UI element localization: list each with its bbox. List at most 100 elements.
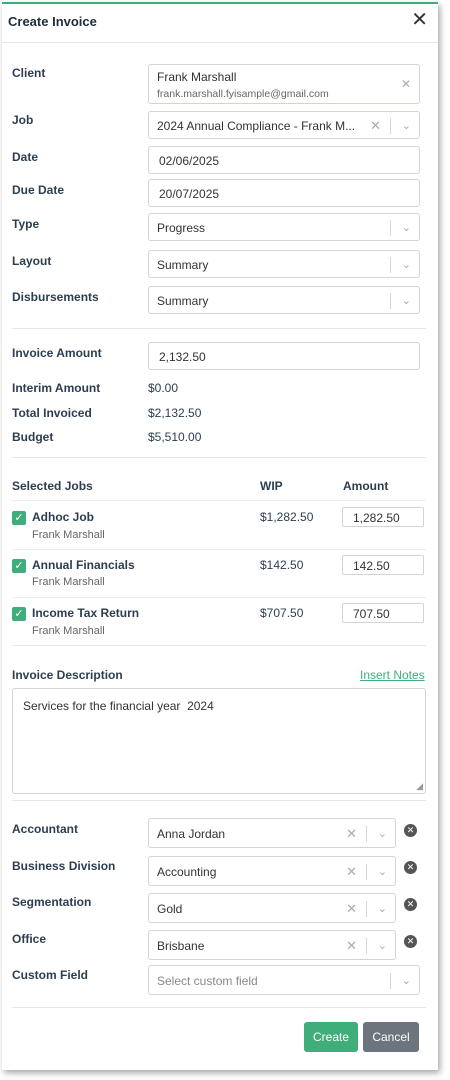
job-client: Frank Marshall bbox=[32, 625, 105, 637]
invoice-amount-label: Invoice Amount bbox=[12, 346, 102, 360]
layout-divider bbox=[390, 257, 391, 273]
office-divider bbox=[366, 938, 367, 954]
budget-value: $5,510.00 bbox=[148, 430, 202, 444]
invoice-description-label: Invoice Description bbox=[12, 668, 123, 682]
divider bbox=[12, 1007, 426, 1008]
dialog-title: Create Invoice bbox=[8, 14, 97, 29]
layout-label: Layout bbox=[12, 254, 52, 268]
type-divider bbox=[390, 220, 391, 236]
disbursements-label: Disbursements bbox=[12, 290, 99, 304]
total-invoiced-label: Total Invoiced bbox=[12, 406, 92, 420]
create-invoice-dialog: Create Invoice ✕ Client Frank Marshall f… bbox=[2, 2, 438, 1070]
client-email: frank.marshall.fyisample@gmail.com bbox=[157, 88, 329, 100]
job-value: 2024 Annual Compliance - Frank M... bbox=[157, 119, 356, 133]
remove-segmentation-icon[interactable]: ✕ bbox=[404, 898, 417, 911]
chevron-down-icon[interactable]: ⌄ bbox=[402, 974, 411, 987]
office-select[interactable]: Brisbane ✕ ⌄ bbox=[148, 930, 396, 960]
layout-value: Summary bbox=[157, 258, 209, 272]
disbursements-divider bbox=[390, 293, 391, 309]
insert-notes-link[interactable]: Insert Notes bbox=[360, 668, 425, 682]
total-invoiced-value: $2,132.50 bbox=[148, 406, 202, 420]
selected-jobs-header: Selected Jobs bbox=[12, 479, 93, 493]
remove-office-icon[interactable]: ✕ bbox=[404, 935, 417, 948]
date-label: Date bbox=[12, 150, 39, 164]
job-select[interactable]: 2024 Annual Compliance - Frank M... ✕ ⌄ bbox=[148, 111, 420, 139]
table-divider bbox=[12, 500, 426, 501]
disbursements-value: Summary bbox=[157, 294, 209, 308]
clear-accountant-icon[interactable]: ✕ bbox=[346, 826, 357, 842]
job-name: Income Tax Return bbox=[32, 606, 140, 620]
type-label: Type bbox=[12, 217, 40, 231]
cancel-button[interactable]: Cancel bbox=[363, 1022, 419, 1052]
checkbox-checked[interactable]: ✓ bbox=[12, 559, 26, 573]
remove-division-icon[interactable]: ✕ bbox=[404, 861, 417, 874]
clear-division-icon[interactable]: ✕ bbox=[346, 864, 357, 880]
invoice-description-text: Services for the financial year 2024 bbox=[23, 699, 214, 713]
office-value: Brisbane bbox=[157, 939, 205, 953]
job-amount-input[interactable]: 142.50 bbox=[342, 555, 424, 575]
chevron-down-icon[interactable]: ⌄ bbox=[402, 119, 411, 132]
job-wip: $142.50 bbox=[260, 558, 304, 572]
invoice-description-textarea[interactable]: Services for the financial year 2024 ◢ bbox=[12, 688, 426, 794]
date-value: 02/06/2025 bbox=[159, 154, 220, 168]
chevron-down-icon[interactable]: ⌄ bbox=[378, 902, 387, 915]
accountant-select[interactable]: Anna Jordan ✕ ⌄ bbox=[148, 818, 396, 848]
create-button[interactable]: Create bbox=[304, 1022, 358, 1052]
divider bbox=[12, 328, 426, 329]
custom-field-select[interactable]: Select custom field ⌄ bbox=[148, 965, 420, 995]
clear-segmentation-icon[interactable]: ✕ bbox=[346, 901, 357, 917]
interim-amount-value: $0.00 bbox=[148, 381, 179, 395]
business-division-select[interactable]: Accounting ✕ ⌄ bbox=[148, 856, 396, 886]
accountant-label: Accountant bbox=[12, 822, 78, 836]
job-amount-input[interactable]: 1,282.50 bbox=[342, 507, 424, 527]
job-divider bbox=[390, 118, 391, 134]
segmentation-value: Gold bbox=[157, 902, 183, 916]
job-client: Frank Marshall bbox=[32, 529, 105, 541]
business-division-value: Accounting bbox=[157, 865, 217, 879]
disbursements-select[interactable]: Summary ⌄ bbox=[148, 286, 420, 314]
job-client: Frank Marshall bbox=[32, 576, 105, 588]
job-name: Annual Financials bbox=[32, 558, 135, 572]
invoice-amount-input[interactable]: 2,132.50 bbox=[148, 342, 420, 370]
resize-handle-icon[interactable]: ◢ bbox=[416, 781, 423, 792]
type-select[interactable]: Progress ⌄ bbox=[148, 213, 420, 241]
clear-job-icon[interactable]: ✕ bbox=[370, 118, 381, 134]
due-date-field[interactable]: 20/07/2025 bbox=[148, 179, 420, 207]
clear-client-icon[interactable]: ✕ bbox=[401, 77, 411, 91]
segmentation-select[interactable]: Gold ✕ ⌄ bbox=[148, 893, 396, 923]
job-label: Job bbox=[12, 113, 34, 127]
division-divider bbox=[366, 864, 367, 880]
job-name: Adhoc Job bbox=[32, 510, 94, 524]
business-division-label: Business Division bbox=[12, 859, 116, 873]
job-amount-input[interactable]: 707.50 bbox=[342, 603, 424, 623]
custom-field-divider bbox=[390, 973, 391, 989]
accountant-value: Anna Jordan bbox=[157, 827, 226, 841]
remove-accountant-icon[interactable]: ✕ bbox=[404, 824, 417, 837]
job-wip: $1,282.50 bbox=[260, 510, 314, 524]
date-field[interactable]: 02/06/2025 bbox=[148, 146, 420, 174]
accountant-divider bbox=[366, 826, 367, 842]
checkbox-checked[interactable]: ✓ bbox=[12, 511, 26, 525]
divider bbox=[12, 457, 426, 458]
chevron-down-icon[interactable]: ⌄ bbox=[402, 294, 411, 307]
checkbox-checked[interactable]: ✓ bbox=[12, 607, 26, 621]
divider bbox=[12, 800, 426, 801]
close-icon[interactable]: ✕ bbox=[411, 10, 428, 30]
table-row-divider bbox=[12, 549, 426, 550]
segmentation-label: Segmentation bbox=[12, 895, 92, 909]
chevron-down-icon[interactable]: ⌄ bbox=[378, 939, 387, 952]
chevron-down-icon[interactable]: ⌄ bbox=[378, 865, 387, 878]
interim-amount-label: Interim Amount bbox=[12, 381, 101, 395]
job-amount-value: 707.50 bbox=[353, 607, 390, 621]
clear-office-icon[interactable]: ✕ bbox=[346, 938, 357, 954]
chevron-down-icon[interactable]: ⌄ bbox=[402, 221, 411, 234]
custom-field-label: Custom Field bbox=[12, 968, 89, 982]
job-wip: $707.50 bbox=[260, 606, 304, 620]
budget-label: Budget bbox=[12, 430, 54, 444]
chevron-down-icon[interactable]: ⌄ bbox=[378, 827, 387, 840]
wip-header: WIP bbox=[260, 479, 283, 493]
client-field[interactable]: Frank Marshall frank.marshall.fyisample@… bbox=[148, 64, 420, 104]
layout-select[interactable]: Summary ⌄ bbox=[148, 250, 420, 278]
chevron-down-icon[interactable]: ⌄ bbox=[402, 258, 411, 271]
due-date-label: Due Date bbox=[12, 183, 65, 197]
